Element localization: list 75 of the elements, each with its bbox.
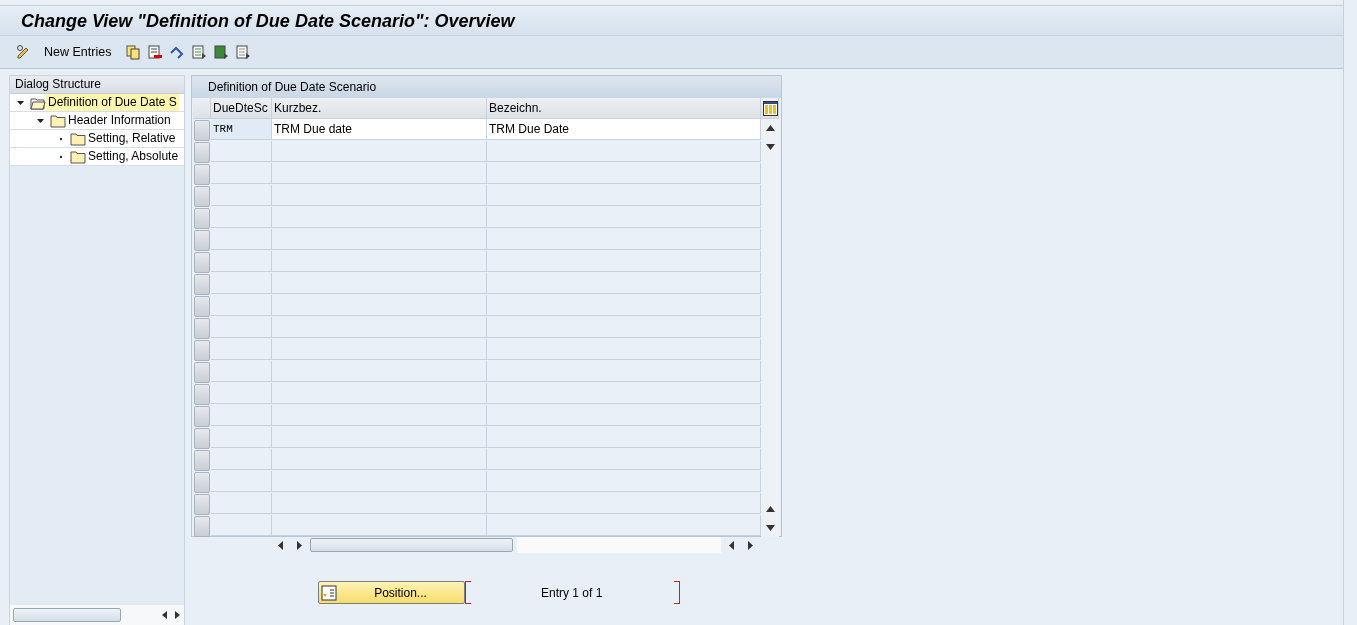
- position-icon: [321, 584, 337, 601]
- position-button[interactable]: Position...: [318, 581, 465, 604]
- window-title: Change View "Definition of Due Date Scenario": Overview: [0, 5, 1343, 36]
- column-settings-icon[interactable]: [763, 100, 778, 116]
- row-selector[interactable]: [194, 186, 210, 207]
- folder-icon: [70, 148, 86, 165]
- tree-node[interactable]: Setting, Absolute: [10, 148, 184, 166]
- scroll-right-icon[interactable]: [296, 540, 302, 550]
- scroll-right-icon[interactable]: [747, 540, 753, 550]
- column-header[interactable]: Kurzbez.: [272, 98, 487, 119]
- table-cell: TRM Due date: [272, 119, 487, 140]
- row-selector[interactable]: [194, 516, 210, 537]
- column-header[interactable]: DueDteSc: [211, 98, 272, 119]
- scroll-up-icon[interactable]: [765, 125, 775, 131]
- row-selector[interactable]: [194, 208, 210, 229]
- table-cell: [211, 515, 272, 536]
- horizontal-scrollbar[interactable]: [10, 605, 184, 625]
- row-selector[interactable]: [194, 296, 210, 317]
- row-selector[interactable]: [194, 472, 210, 493]
- table-cell: [211, 471, 272, 492]
- row-selector[interactable]: [194, 494, 210, 515]
- table-cell: [211, 405, 272, 426]
- folder-icon: [50, 112, 66, 129]
- vertical-scrollbar[interactable]: [761, 119, 779, 537]
- select-all-icon[interactable]: [191, 44, 208, 60]
- table-cell: [211, 163, 272, 184]
- row-selector[interactable]: [194, 362, 210, 383]
- scroll-left-icon[interactable]: [729, 540, 735, 550]
- row-selector[interactable]: [194, 164, 210, 185]
- table-cell: TRM: [211, 119, 272, 140]
- entry-counter: Entry 1 of 1: [541, 584, 603, 602]
- row-selector[interactable]: [194, 120, 210, 141]
- table-cell: [211, 207, 272, 228]
- row-selector[interactable]: [194, 252, 210, 273]
- table-cell: TRM Due Date: [487, 119, 761, 140]
- table-cell: [211, 185, 272, 206]
- table-cell: [211, 339, 272, 360]
- row-selector[interactable]: [194, 274, 210, 295]
- table-cell: [211, 383, 272, 404]
- table-cell: [211, 361, 272, 382]
- table-cell: [211, 141, 272, 162]
- row-selector[interactable]: [194, 340, 210, 361]
- row-selector[interactable]: [194, 230, 210, 251]
- column-header[interactable]: Bezeichn.: [487, 98, 761, 119]
- table-cell: [211, 273, 272, 294]
- row-selector[interactable]: [194, 406, 210, 427]
- table-cell: [211, 493, 272, 514]
- new-entries-button[interactable]: New Entries: [44, 42, 112, 62]
- panel-header: Dialog Structure: [10, 76, 184, 94]
- table-cell: [211, 229, 272, 250]
- table-cell: [211, 317, 272, 338]
- deselect-icon[interactable]: [235, 44, 252, 60]
- scroll-left-icon[interactable]: [278, 540, 284, 550]
- scroll-up-icon[interactable]: [765, 506, 775, 512]
- table-cell: [211, 251, 272, 272]
- delete-icon[interactable]: [147, 44, 164, 60]
- table-cell: [211, 427, 272, 448]
- folder-icon: [70, 130, 86, 147]
- row-selector[interactable]: [194, 428, 210, 449]
- scroll-down-icon[interactable]: [765, 144, 775, 150]
- scroll-down-icon[interactable]: [765, 525, 775, 531]
- tree-node[interactable]: Definition of Due Date S: [10, 94, 184, 112]
- table-title: Definition of Due Date Scenario: [192, 76, 781, 98]
- copy-icon[interactable]: [125, 44, 142, 60]
- row-selector[interactable]: [194, 318, 210, 339]
- tree-node[interactable]: Header Information: [10, 112, 184, 130]
- scroll-left-icon[interactable]: [161, 610, 169, 620]
- table-corner[interactable]: [193, 98, 211, 119]
- table-cell: [211, 449, 272, 470]
- row-selector[interactable]: [194, 142, 210, 163]
- table-cell: [211, 295, 272, 316]
- row-selector[interactable]: [194, 450, 210, 471]
- tree-node[interactable]: Setting, Relative: [10, 130, 184, 148]
- row-selector[interactable]: [194, 384, 210, 405]
- scroll-right-icon[interactable]: [173, 610, 181, 620]
